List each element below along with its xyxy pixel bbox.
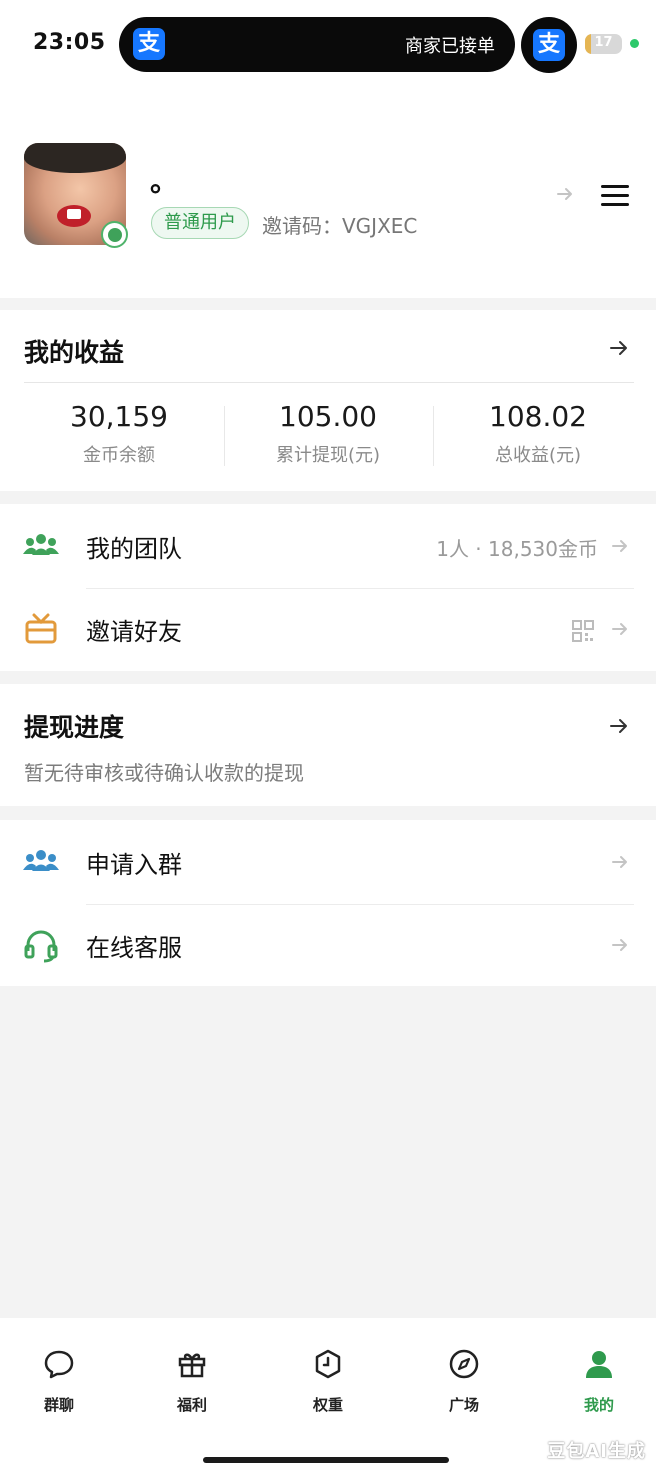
tab-welfare[interactable]: 福利 <box>152 1348 232 1415</box>
earnings-card: 我的收益 30,159 金币余额 105.00 累计提现(元) 108.02 总… <box>0 310 656 491</box>
tab-label: 群聊 <box>43 1396 74 1414</box>
tab-label: 权重 <box>312 1396 343 1414</box>
arrow-right-icon <box>612 856 627 868</box>
stat-total-earnings[interactable]: 108.02 总收益(元) <box>438 400 638 467</box>
role-badge: 普通用户 <box>151 207 249 239</box>
headset-icon <box>24 930 58 963</box>
row-join-group[interactable]: 申请入群 <box>0 820 656 905</box>
watermark: 豆包AI生成 <box>547 1441 646 1462</box>
profile-header: 。 普通用户 邀请码：VGJXEC <box>0 90 656 298</box>
tab-label: 我的 <box>583 1396 614 1414</box>
qr-code-icon[interactable] <box>572 620 594 642</box>
tab-weight[interactable]: 权重 <box>288 1348 368 1415</box>
gift-box-icon <box>25 613 57 644</box>
nickname: 。 <box>150 165 179 198</box>
withdraw-progress-title: 提现进度 <box>24 713 125 742</box>
team-summary: 1人 · 18,530金币 <box>436 537 598 561</box>
team-icon <box>23 534 59 555</box>
arrow-right-icon <box>612 623 627 635</box>
arrow-right-icon <box>612 540 627 552</box>
chat-bubble-icon <box>44 1350 74 1379</box>
arrow-right-icon <box>610 719 627 733</box>
stat-value: 108.02 <box>489 400 587 433</box>
support-card: 申请入群 在线客服 <box>0 820 656 986</box>
status-time: 23:05 <box>33 30 106 55</box>
island-app-bubble[interactable]: 支 <box>521 17 577 73</box>
person-icon <box>586 1351 612 1378</box>
tab-group-chat[interactable]: 群聊 <box>19 1348 99 1415</box>
tab-label: 福利 <box>176 1396 207 1414</box>
stat-total-withdrawn[interactable]: 105.00 累计提现(元) <box>228 400 428 467</box>
row-label: 在线客服 <box>86 934 182 962</box>
tab-label: 广场 <box>448 1396 479 1414</box>
battery-indicator: 17 <box>585 34 622 54</box>
arrow-right-icon <box>612 939 627 951</box>
stat-value: 105.00 <box>279 400 377 433</box>
row-online-support[interactable]: 在线客服 <box>0 903 656 987</box>
row-label: 申请入群 <box>86 851 182 879</box>
gift-icon <box>178 1353 206 1378</box>
stat-label: 累计提现(元) <box>275 445 381 466</box>
tab-mine[interactable]: 我的 <box>559 1348 639 1415</box>
status-bar: 23:05 支 商家已接单 支 17 <box>0 0 656 90</box>
tab-square[interactable]: 广场 <box>424 1348 504 1415</box>
withdraw-progress-card[interactable]: 提现进度 暂无待审核或待确认收款的提现 <box>0 684 656 806</box>
hexagon-clock-icon <box>315 1349 341 1379</box>
island-notification-text: 商家已接单 <box>405 36 495 57</box>
compass-icon <box>449 1349 479 1379</box>
invite-code[interactable]: 邀请码：VGJXEC <box>262 210 417 239</box>
stat-label: 总收益(元) <box>494 445 582 466</box>
arrow-right-icon[interactable] <box>608 337 630 359</box>
verified-badge-icon <box>101 221 128 248</box>
home-indicator[interactable] <box>203 1457 449 1463</box>
stat-coin-balance[interactable]: 30,159 金币余额 <box>19 400 219 467</box>
battery-percent: 17 <box>594 35 613 50</box>
dynamic-island[interactable]: 支 商家已接单 <box>119 17 515 72</box>
menu-icon[interactable] <box>601 185 629 207</box>
earnings-title: 我的收益 <box>24 338 125 367</box>
privacy-dot <box>630 39 639 48</box>
withdraw-progress-status: 暂无待审核或待确认收款的提现 <box>24 761 304 785</box>
alipay-icon: 支 <box>133 28 165 60</box>
row-my-team[interactable]: 我的团队 1人 · 18,530金币 <box>0 504 656 589</box>
stat-label: 金币余额 <box>83 445 155 466</box>
alipay-icon: 支 <box>533 29 565 61</box>
arrow-right-icon[interactable] <box>555 184 575 204</box>
row-invite-friends[interactable]: 邀请好友 <box>0 587 656 671</box>
row-label: 我的团队 <box>86 535 182 563</box>
group-icon <box>23 850 59 871</box>
team-card: 我的团队 1人 · 18,530金币 邀请好友 <box>0 504 656 671</box>
row-label: 邀请好友 <box>86 618 182 646</box>
stat-value: 30,159 <box>70 400 168 433</box>
